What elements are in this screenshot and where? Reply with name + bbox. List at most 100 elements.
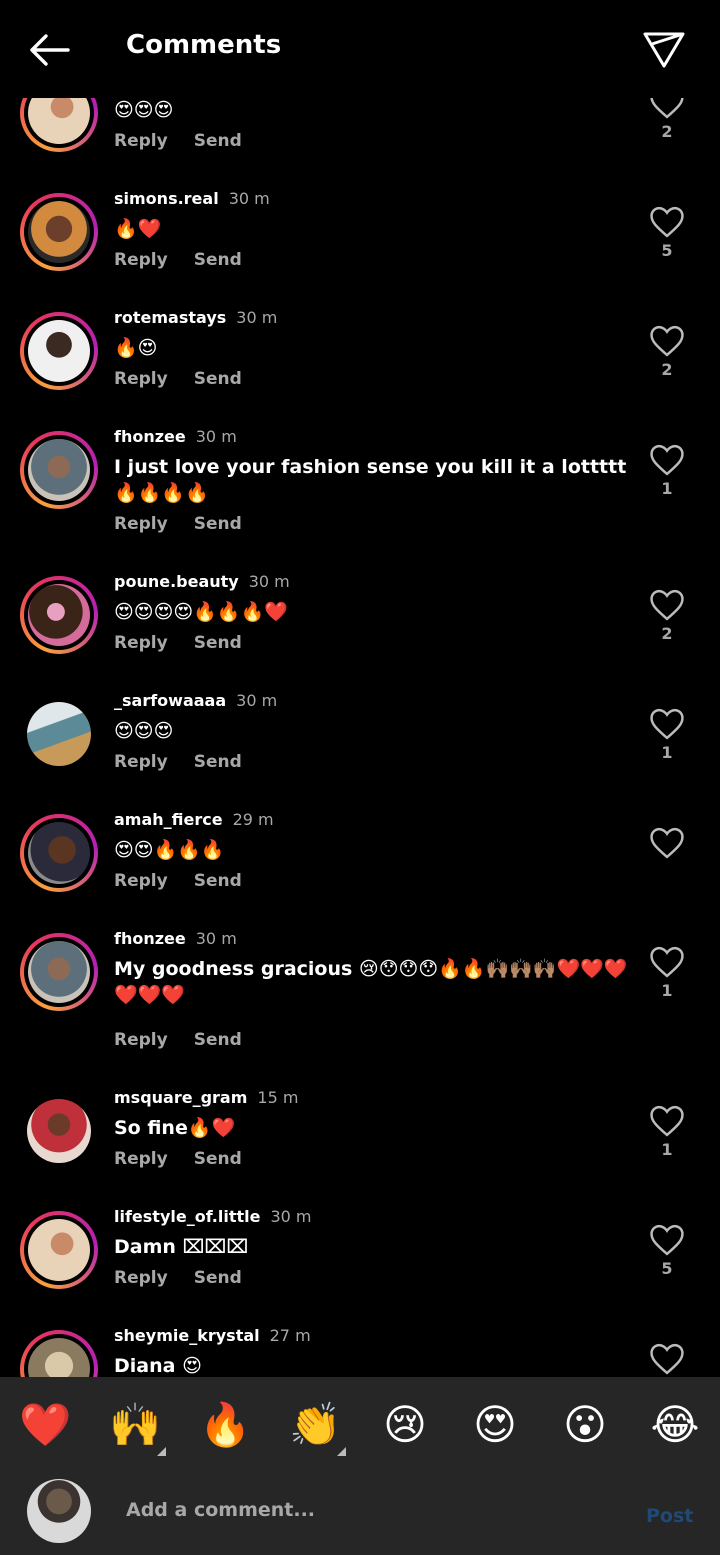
post-button[interactable]: Post: [646, 1505, 693, 1527]
comment-text: 😍😍😍😍🔥🔥🔥❤️: [114, 601, 288, 623]
avatar[interactable]: [20, 1330, 98, 1377]
comment-username[interactable]: lifestyle_of.little 30 m: [114, 1207, 312, 1226]
send-button[interactable]: Send: [194, 369, 242, 389]
send-button[interactable]: Send: [194, 752, 242, 772]
comment-text: Diana 😍: [114, 1355, 202, 1377]
comment-time: 30 m: [270, 1207, 312, 1226]
comment-actions: Reply Send: [114, 514, 268, 534]
emoji-heart-button[interactable]: ❤️: [19, 1399, 71, 1451]
comment-text: I just love your fashion sense you kill …: [114, 456, 627, 504]
heart-icon[interactable]: [648, 1104, 686, 1138]
skin-tone-indicator-icon: [157, 1447, 166, 1456]
heart-icon[interactable]: [648, 1223, 686, 1257]
heart-icon[interactable]: [648, 324, 686, 358]
send-button[interactable]: Send: [194, 514, 242, 534]
send-button[interactable]: Send: [194, 1030, 242, 1050]
comment-username[interactable]: _sarfowaaaa 30 m: [114, 691, 277, 710]
send-button[interactable]: Send: [194, 250, 242, 270]
comment-actions: Reply Send: [114, 1030, 268, 1050]
reply-button[interactable]: Reply: [114, 871, 168, 891]
comment-text: 🔥😍: [114, 337, 158, 359]
emoji-bar: ❤️ 🙌 🔥 👏 😢 😍 😮 😂: [0, 1377, 720, 1471]
back-arrow-icon[interactable]: [26, 28, 72, 72]
send-button[interactable]: Send: [194, 633, 242, 653]
like-count: 2: [661, 122, 673, 141]
reply-button[interactable]: Reply: [114, 514, 168, 534]
send-button[interactable]: Send: [194, 1149, 242, 1169]
avatar[interactable]: [20, 312, 98, 390]
emoji-heart-eyes-button[interactable]: 😍: [469, 1399, 521, 1451]
comment-time: 30 m: [195, 427, 237, 446]
emoji-surprised-button[interactable]: 😮: [559, 1399, 611, 1451]
comment-actions: Reply Send: [114, 752, 268, 772]
like-count: 2: [661, 360, 673, 379]
heart-icon[interactable]: [648, 1342, 686, 1376]
skin-tone-indicator-icon: [337, 1447, 346, 1456]
reply-button[interactable]: Reply: [114, 1149, 168, 1169]
reply-button[interactable]: Reply: [114, 369, 168, 389]
comment-time: 30 m: [195, 929, 237, 948]
heart-icon[interactable]: [648, 945, 686, 979]
like-count: 1: [661, 743, 673, 762]
emoji-raised-hands-button[interactable]: 🙌: [109, 1399, 161, 1451]
avatar[interactable]: [20, 814, 98, 892]
comment-username[interactable]: msquare_gram 15 m: [114, 1088, 298, 1107]
heart-icon[interactable]: [648, 205, 686, 239]
like-count: 1: [661, 479, 673, 498]
comment-text: 🔥❤️: [114, 218, 162, 240]
comment-time: 30 m: [236, 308, 278, 327]
top-bar: Comments: [0, 0, 720, 98]
comment-actions: Reply Send: [114, 369, 268, 389]
avatar[interactable]: [20, 695, 98, 773]
comment-input[interactable]: Add a comment...: [126, 1499, 315, 1521]
reply-button[interactable]: Reply: [114, 1268, 168, 1288]
reply-button[interactable]: Reply: [114, 250, 168, 270]
send-button[interactable]: Send: [194, 871, 242, 891]
comment-text: So fine🔥❤️: [114, 1117, 236, 1139]
send-button[interactable]: Send: [194, 1268, 242, 1288]
avatar[interactable]: [20, 1092, 98, 1170]
heart-icon[interactable]: [648, 707, 686, 741]
reply-button[interactable]: Reply: [114, 1030, 168, 1050]
avatar[interactable]: [20, 933, 98, 1011]
comment-time: 30 m: [236, 691, 278, 710]
comment-username[interactable]: fhonzee 30 m: [114, 929, 237, 948]
reply-button[interactable]: Reply: [114, 633, 168, 653]
comment-username[interactable]: sheymie_krystal 27 m: [114, 1326, 311, 1345]
comment-actions: Reply Send: [114, 633, 268, 653]
comment-username[interactable]: amah_fierce 29 m: [114, 810, 274, 829]
reply-button[interactable]: Reply: [114, 131, 168, 151]
comment-username[interactable]: simons.real 30 m: [114, 189, 270, 208]
avatar[interactable]: [20, 431, 98, 509]
comment-username[interactable]: poune.beauty 30 m: [114, 572, 290, 591]
comments-list[interactable]: 😍😍😍 Reply Send 2 simons.real 30 m 🔥❤️ Repl…: [0, 0, 720, 1377]
comment-text: 😍😍😍: [114, 720, 174, 742]
heart-icon[interactable]: [648, 826, 686, 860]
emoji-crying-button[interactable]: 😢: [379, 1399, 431, 1451]
avatar[interactable]: [20, 1211, 98, 1289]
like-count: 1: [661, 981, 673, 1000]
direct-send-icon[interactable]: [640, 26, 688, 72]
comment-time: 27 m: [269, 1326, 311, 1345]
page-title: Comments: [126, 30, 282, 60]
like-count: 2: [661, 624, 673, 643]
send-button[interactable]: Send: [194, 131, 242, 151]
emoji-fire-button[interactable]: 🔥: [199, 1399, 251, 1451]
comment-username[interactable]: rotemastays 30 m: [114, 308, 277, 327]
reply-button[interactable]: Reply: [114, 752, 168, 772]
heart-icon[interactable]: [648, 443, 686, 477]
emoji-laughing-button[interactable]: 😂: [649, 1399, 701, 1451]
comment-text: My goodness gracious 😢😯😯😯🔥🔥🙌🏽🙌🏽🙌🏽❤️❤️❤️❤…: [114, 958, 628, 1006]
comment-text: 😍😍😍: [114, 99, 174, 121]
like-count: 1: [661, 1140, 673, 1159]
like-count: 5: [661, 241, 673, 260]
avatar[interactable]: [20, 193, 98, 271]
emoji-clap-button[interactable]: 👏: [289, 1399, 341, 1451]
avatar[interactable]: [20, 576, 98, 654]
comment-actions: Reply Send: [114, 871, 268, 891]
current-user-avatar: [27, 1479, 91, 1543]
comment-time: 15 m: [257, 1088, 299, 1107]
comment-username[interactable]: fhonzee 30 m: [114, 427, 237, 446]
comment-actions: Reply Send: [114, 1268, 268, 1288]
heart-icon[interactable]: [648, 588, 686, 622]
